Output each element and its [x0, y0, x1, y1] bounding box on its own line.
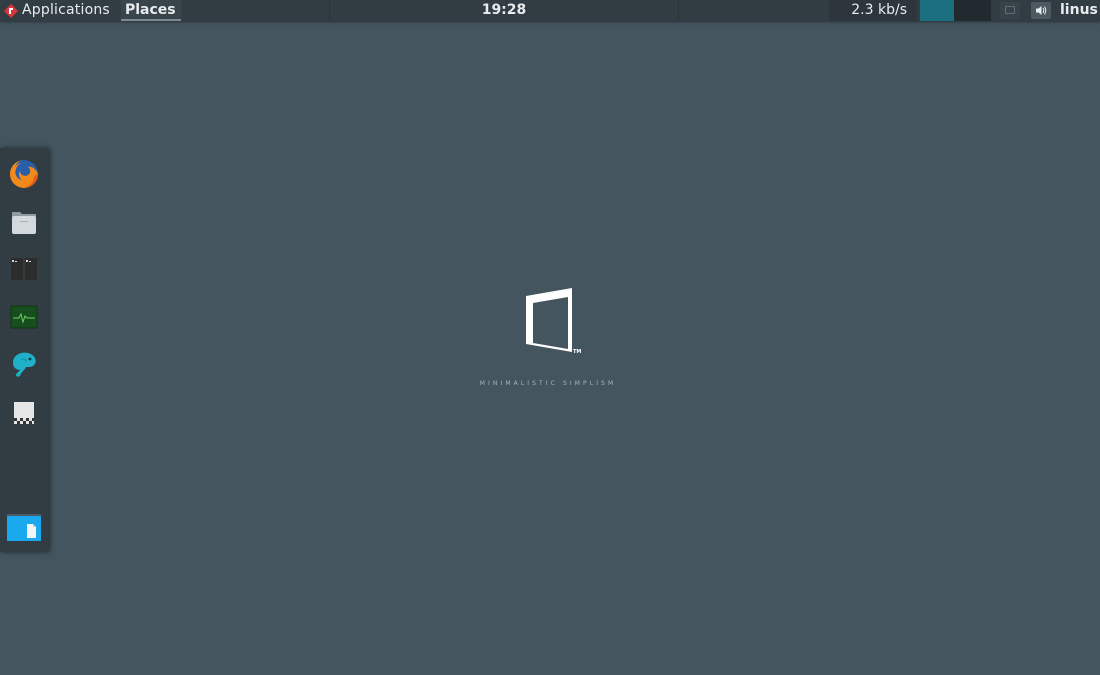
user-menu[interactable]: linus: [1060, 0, 1098, 21]
top-panel: Applications Places 19:28 2.3 kb/s linus: [0, 0, 1100, 21]
elephant-icon: [13, 352, 36, 377]
cpu-usage-fill: [920, 0, 955, 21]
volume-button[interactable]: [1031, 2, 1051, 19]
dock-item-firefox[interactable]: [6, 156, 42, 192]
applications-label: Applications: [22, 2, 110, 18]
terminal-icon: [11, 258, 37, 280]
places-menu[interactable]: Places: [121, 0, 181, 21]
firefox-icon: [10, 160, 38, 188]
file-manager-icon: [7, 514, 41, 541]
app-menu-logo-icon: [4, 3, 18, 18]
applications-menu[interactable]: Applications: [0, 0, 110, 21]
window-list-button[interactable]: [1000, 2, 1020, 19]
dock-item-terminal[interactable]: [6, 251, 42, 287]
desktop: Applications Places 19:28 2.3 kb/s linus: [0, 0, 1100, 675]
places-label: Places: [125, 2, 176, 18]
clock[interactable]: 19:28: [330, 0, 678, 21]
net-speed-monitor[interactable]: 2.3 kb/s: [829, 0, 917, 21]
dock-item-document[interactable]: [6, 395, 42, 431]
dock-item-files[interactable]: [6, 204, 42, 240]
system-monitor-icon: [10, 305, 38, 329]
folder-icon: [12, 212, 36, 234]
dock-item-file-manager[interactable]: [6, 509, 42, 545]
panel-separator: [678, 0, 679, 21]
volume-icon: [1036, 6, 1047, 15]
dock: [0, 148, 49, 552]
window-list-icon: [1005, 6, 1015, 14]
wallpaper-logo: TM: [526, 288, 581, 355]
dock-item-mastodon-client[interactable]: [6, 347, 42, 383]
document-icon: [14, 402, 34, 424]
wallpaper-tagline: MINIMALISTIC SIMPLISM: [479, 380, 617, 387]
cpu-graph[interactable]: [920, 0, 991, 21]
dock-item-system-monitor[interactable]: [6, 299, 42, 335]
trademark-mark: TM: [573, 349, 581, 355]
